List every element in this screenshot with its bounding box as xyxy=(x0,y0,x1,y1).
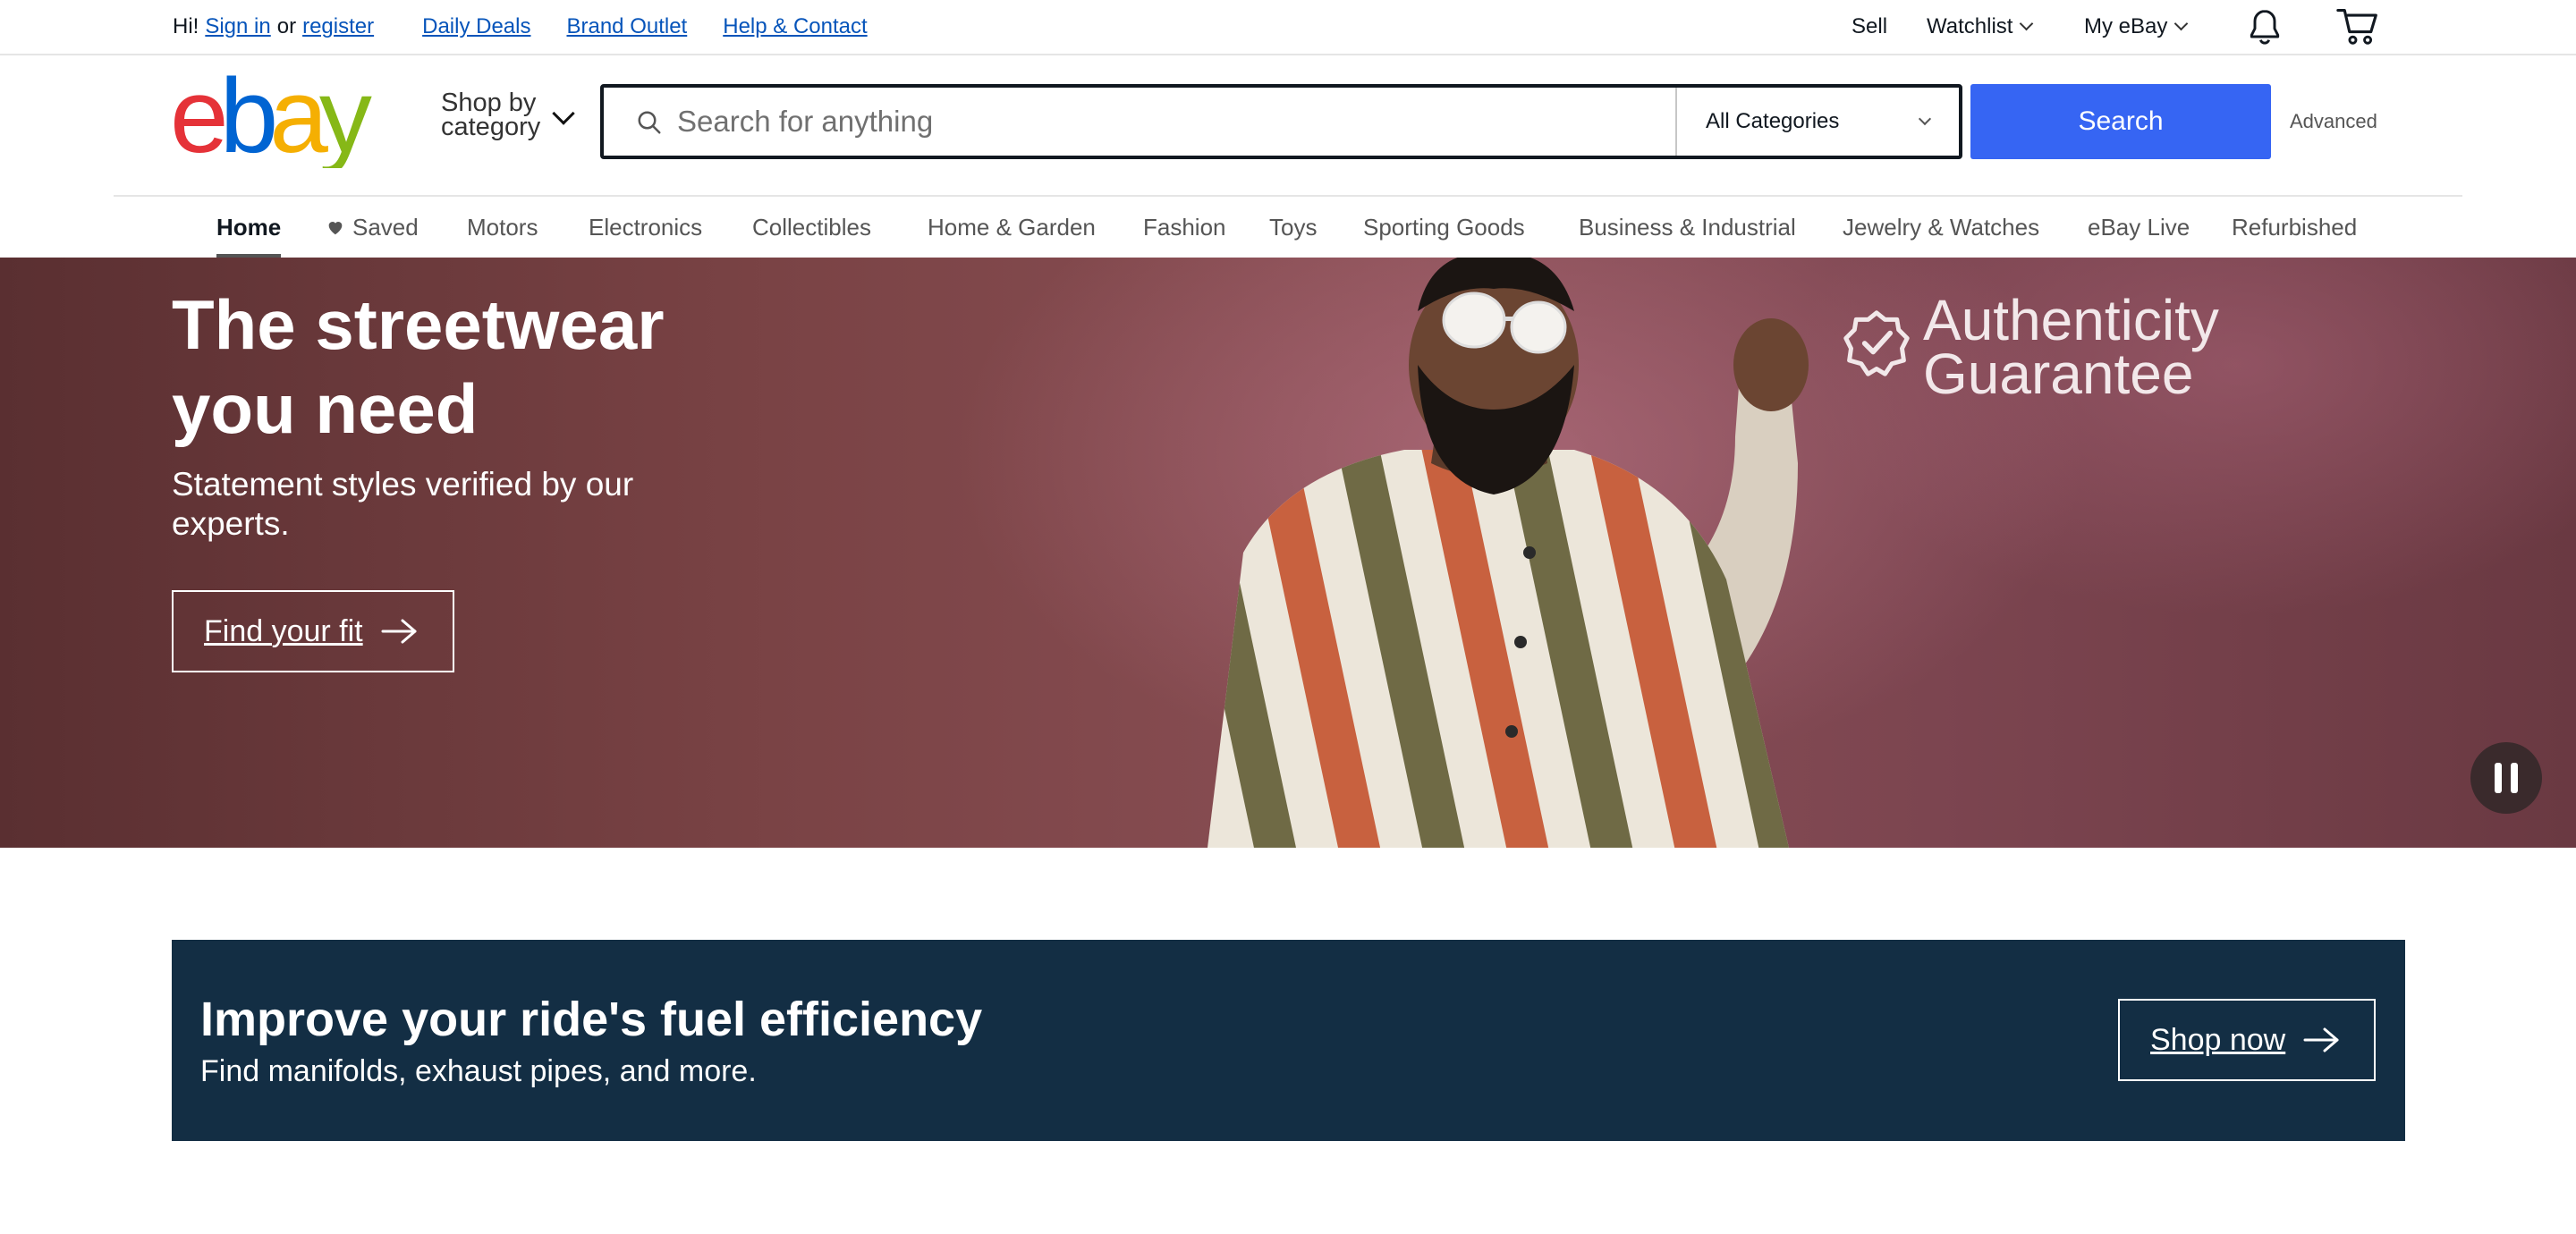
svg-text:ebay: ebay xyxy=(170,75,372,168)
nav-item-business-industrial[interactable]: Business & Industrial xyxy=(1579,197,1796,258)
nav-item-label: Business & Industrial xyxy=(1579,213,1796,241)
nav-item-label: Jewelry & Watches xyxy=(1843,213,2040,241)
check-badge-icon xyxy=(1843,310,1910,376)
watchlist-dropdown[interactable]: Watchlist xyxy=(1927,0,2034,54)
promo-subtitle: Find manifolds, exhaust pipes, and more. xyxy=(200,1054,757,1088)
advanced-search-link[interactable]: Advanced xyxy=(2290,84,2377,159)
heart-icon xyxy=(328,222,343,235)
search-bar: All Categories xyxy=(600,84,1962,159)
top-utility-bar: Hi! Sign in or register Daily Deals Bran… xyxy=(0,0,2576,55)
nav-item-label: Collectibles xyxy=(752,213,871,241)
hero-banner: The streetwear you need Statement styles… xyxy=(0,258,2576,848)
category-select-value: All Categories xyxy=(1706,109,1840,133)
my-ebay-dropdown[interactable]: My eBay xyxy=(2084,0,2189,54)
nav-item-toys[interactable]: Toys xyxy=(1269,197,1317,258)
top-left-links: Hi! Sign in or register Daily Deals Bran… xyxy=(173,0,868,54)
nav-item-label: Fashion xyxy=(1143,213,1226,241)
chevron-down-icon xyxy=(2174,16,2189,31)
sell-label: Sell xyxy=(1852,14,1888,38)
hero-image xyxy=(1208,258,1809,848)
hero-subtitle: Statement styles verified by our experts… xyxy=(172,466,634,542)
nav-item-label: Home & Garden xyxy=(928,213,1096,241)
authenticity-guarantee-badge: Authenticity Guarantee xyxy=(1843,288,2236,410)
shop-now-button[interactable]: Shop now xyxy=(2118,999,2376,1081)
nav-item-label: Refurbished xyxy=(2232,213,2358,241)
search-divider xyxy=(1675,88,1677,156)
nav-item-motors[interactable]: Motors xyxy=(467,197,538,258)
nav-item-label: Motors xyxy=(467,213,538,241)
nav-item-jewelry-watches[interactable]: Jewelry & Watches xyxy=(1843,197,2039,258)
search-button[interactable]: Search xyxy=(1970,84,2271,159)
search-input[interactable] xyxy=(677,88,1572,156)
promo-title: Improve your ride's fuel efficiency xyxy=(200,993,983,1046)
nav-item-home[interactable]: Home xyxy=(216,197,282,258)
sell-link[interactable]: Sell xyxy=(1852,0,1887,54)
nav-item-label: eBay Live xyxy=(2088,213,2190,241)
shop-by-category-button[interactable]: Shop by category xyxy=(441,90,584,147)
brand-outlet-link[interactable]: Brand Outlet xyxy=(566,14,687,39)
hero-cta-label: Find your fit xyxy=(204,613,363,648)
help-contact-link[interactable]: Help & Contact xyxy=(723,14,867,39)
category-select[interactable]: All Categories xyxy=(1706,88,1839,156)
category-nav: Home Saved Motors Electronics Collectibl… xyxy=(0,197,2576,258)
arrow-right-icon xyxy=(381,619,417,644)
nav-item-saved[interactable]: Saved xyxy=(326,197,419,258)
carousel-pause-button[interactable] xyxy=(2470,742,2542,814)
arrow-right-icon xyxy=(2303,1027,2339,1052)
greeting-text: Hi! xyxy=(173,14,199,38)
my-ebay-label: My eBay xyxy=(2084,14,2168,38)
notifications-button[interactable] xyxy=(2245,0,2284,54)
nav-item-label: Sporting Goods xyxy=(1363,213,1525,241)
cart-icon xyxy=(2336,8,2377,45)
nav-item-label: Electronics xyxy=(589,213,703,241)
hero-title: The streetwear you need xyxy=(172,285,665,448)
nav-item-electronics[interactable]: Electronics xyxy=(589,197,702,258)
nav-item-fashion[interactable]: Fashion xyxy=(1143,197,1226,258)
chevron-down-icon xyxy=(1918,112,1932,126)
promo-cta-label: Shop now xyxy=(2150,1022,2286,1057)
search-icon xyxy=(638,111,661,134)
badge-line-1: Authenticity xyxy=(1923,288,2219,352)
bell-icon xyxy=(2250,10,2280,45)
ebay-logo[interactable]: ebay xyxy=(170,75,385,168)
nav-item-home-garden[interactable]: Home & Garden xyxy=(928,197,1096,258)
nav-item-collectibles[interactable]: Collectibles xyxy=(752,197,871,258)
daily-deals-link[interactable]: Daily Deals xyxy=(422,14,530,39)
pause-icon xyxy=(2490,763,2522,793)
promo-banner: Improve your ride's fuel efficiency Find… xyxy=(172,940,2405,1141)
cart-button[interactable] xyxy=(2336,0,2379,54)
chevron-down-icon xyxy=(2020,16,2034,31)
find-your-fit-button[interactable]: Find your fit xyxy=(172,590,454,672)
nav-item-label: Saved xyxy=(352,213,419,241)
nav-item-label: Toys xyxy=(1269,213,1318,241)
nav-item-refurbished[interactable]: Refurbished xyxy=(2232,197,2357,258)
nav-item-ebay-live[interactable]: eBay Live xyxy=(2088,197,2190,258)
nav-item-sporting-goods[interactable]: Sporting Goods xyxy=(1363,197,1525,258)
watchlist-label: Watchlist xyxy=(1927,14,2013,38)
register-link[interactable]: register xyxy=(302,14,374,39)
sign-in-link[interactable]: Sign in xyxy=(205,14,270,39)
badge-line-2: Guarantee xyxy=(1923,342,2194,406)
or-text: or xyxy=(276,14,297,38)
nav-item-label: Home xyxy=(216,213,282,241)
